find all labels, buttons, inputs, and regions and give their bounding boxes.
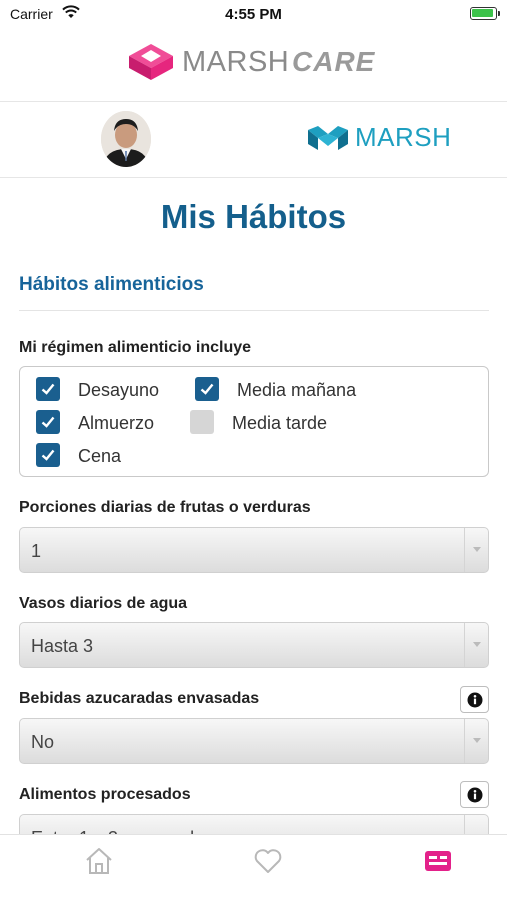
water-label: Vasos diarios de agua [19, 595, 188, 612]
status-bar: Carrier 4:55 PM [0, 0, 507, 30]
brand-name: MARSH [182, 46, 290, 78]
section-title: Hábitos alimenticios [19, 274, 204, 295]
check-icon [200, 383, 214, 395]
company-name: MARSH [355, 122, 452, 152]
checkbox-media-manana[interactable] [195, 377, 219, 401]
heart-icon [254, 849, 282, 873]
sugary-label: Bebidas azucaradas envasadas [19, 690, 260, 707]
fruits-select[interactable]: 1 [19, 527, 489, 573]
checkbox-cena-label: Cena [78, 446, 122, 466]
water-select[interactable]: Hasta 3 [19, 622, 489, 668]
tab-profile[interactable] [353, 835, 507, 900]
info-icon [467, 787, 483, 803]
app-header: MARSH CARE [0, 30, 507, 102]
tab-bar [0, 834, 507, 900]
chevron-down-icon [464, 623, 488, 667]
tab-home[interactable] [14, 835, 183, 900]
chevron-down-icon [464, 528, 488, 572]
marsh-logo-icon [308, 126, 348, 150]
home-icon [86, 848, 112, 874]
fruits-select-value: 1 [31, 541, 42, 561]
processed-label: Alimentos procesados [19, 786, 191, 803]
avatar[interactable] [101, 111, 151, 167]
meals-checkbox-group: Desayuno Media mañana Almuerzo Media tar… [19, 366, 489, 477]
checkbox-desayuno[interactable] [36, 377, 60, 401]
battery-icon [470, 7, 500, 20]
check-icon [41, 416, 55, 428]
sugary-select[interactable]: No [19, 718, 489, 764]
profile-row: MARSH [0, 102, 507, 178]
checkbox-cena[interactable] [36, 443, 60, 467]
info-icon [467, 692, 483, 708]
checkbox-media-tarde-label: Media tarde [232, 413, 328, 433]
page-title: Mis Hábitos [160, 198, 347, 235]
meals-label: Mi régimen alimenticio incluye [19, 339, 252, 356]
processed-info-button[interactable] [460, 781, 489, 808]
checkbox-media-tarde[interactable] [190, 410, 214, 434]
brand-suffix: CARE [292, 46, 376, 77]
checkbox-desayuno-label: Desayuno [78, 380, 160, 400]
section-divider [19, 310, 489, 311]
water-select-value: Hasta 3 [31, 636, 94, 656]
marsh-care-logo-icon [129, 44, 173, 80]
sugary-info-button[interactable] [460, 686, 489, 713]
check-icon [41, 449, 55, 461]
checkbox-almuerzo[interactable] [36, 410, 60, 434]
chevron-down-icon [464, 719, 488, 763]
status-time: 4:55 PM [225, 6, 282, 23]
fruits-label: Porciones diarias de frutas o verduras [19, 499, 311, 516]
check-icon [41, 383, 55, 395]
profile-card-icon [425, 851, 451, 871]
tab-favorites[interactable] [183, 835, 352, 900]
checkbox-media-manana-label: Media mañana [237, 380, 357, 400]
sugary-select-value: No [31, 732, 55, 752]
checkbox-almuerzo-label: Almuerzo [78, 413, 155, 433]
